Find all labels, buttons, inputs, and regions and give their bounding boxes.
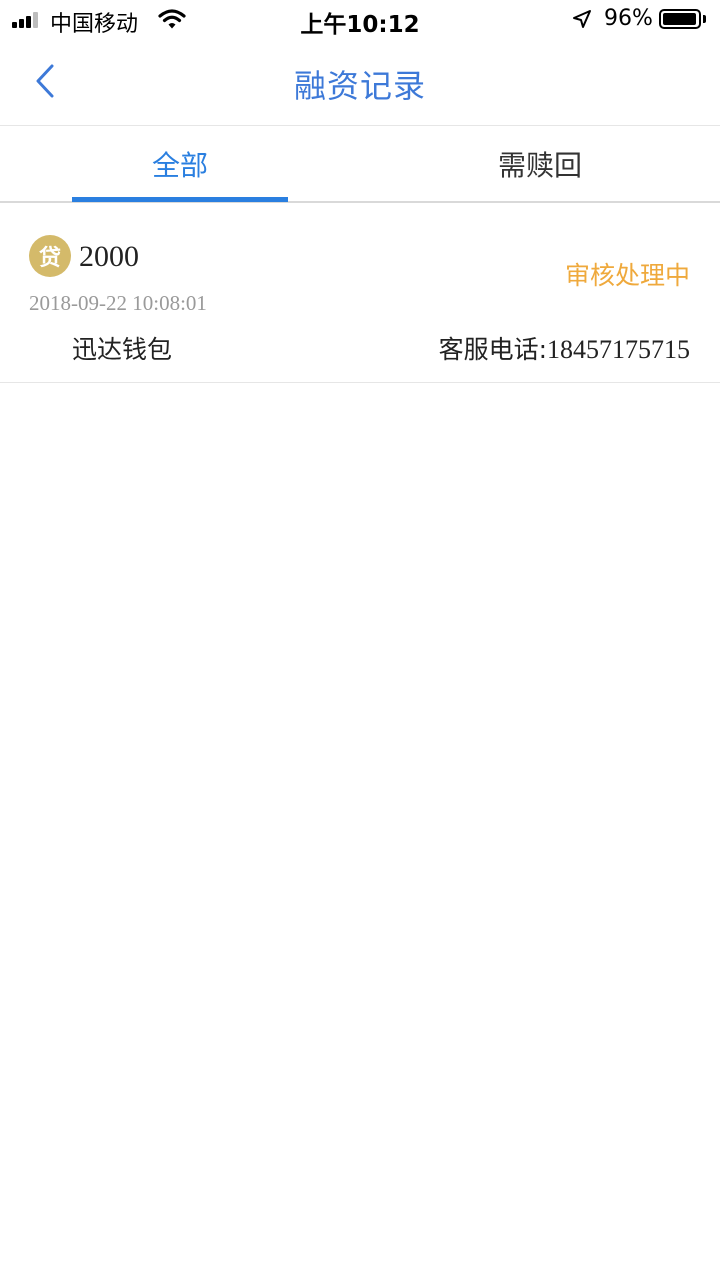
tab-all[interactable]: 全部	[0, 126, 360, 201]
battery-percent: 96%	[604, 6, 653, 31]
service-phone-label: 客服电话:	[438, 335, 547, 364]
nav-bar: 融资记录	[0, 40, 720, 126]
record-timestamp: 2018-09-22 10:08:01	[29, 291, 207, 315]
loan-badge-icon: 贷	[29, 235, 71, 277]
battery-nub	[703, 15, 706, 23]
loan-amount: 2000	[79, 240, 139, 273]
tab-bar: 全部 需赎回	[0, 126, 720, 203]
list-item[interactable]: 贷 2000 审核处理中 2018-09-22 10:08:01 迅达钱包 客服…	[0, 204, 720, 383]
service-phone-number: 18457175715	[547, 335, 690, 364]
page-title: 融资记录	[293, 67, 426, 105]
location-arrow-icon	[573, 10, 591, 28]
active-tab-indicator	[72, 197, 288, 202]
service-phone[interactable]: 客服电话:18457175715	[439, 330, 690, 366]
status-bar: 中国移动 上午10:12 96%	[0, 0, 720, 40]
status-badge: 审核处理中	[564, 261, 690, 290]
provider-name: 迅达钱包	[72, 335, 173, 364]
battery-icon	[659, 9, 701, 29]
tab-need-redeem[interactable]: 需赎回	[360, 126, 720, 201]
